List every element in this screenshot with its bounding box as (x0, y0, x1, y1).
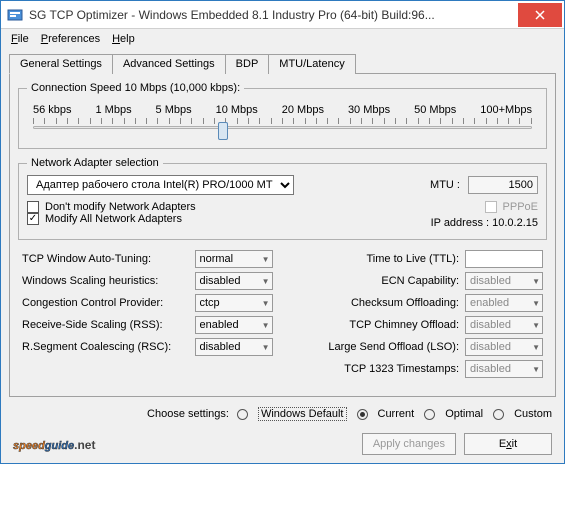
mtu-label: MTU : (430, 179, 460, 191)
radio-optimal-label[interactable]: Optimal (445, 408, 483, 420)
speed-label: 56 kbps (33, 104, 72, 116)
speed-slider[interactable] (27, 118, 538, 138)
radio-current[interactable] (357, 409, 368, 420)
menubar: File Preferences Help (1, 29, 564, 49)
rsc-label: R.Segment Coalescing (RSC): (22, 341, 195, 353)
modify-all-checkbox[interactable]: ✓ Modify All Network Adapters (27, 213, 431, 225)
checkbox-icon (27, 201, 39, 213)
menu-help[interactable]: Help (112, 33, 135, 45)
checksum-select[interactable]: enabled▼ (465, 294, 543, 312)
adapter-select[interactable]: Адаптер рабочего стола Intel(R) PRO/1000… (27, 175, 294, 195)
speedguide-logo: speedguide.net (13, 433, 95, 455)
menu-preferences[interactable]: Preferences (41, 33, 100, 45)
congestion-select[interactable]: ctcp▼ (195, 294, 273, 312)
radio-custom-label[interactable]: Custom (514, 408, 552, 420)
choose-label: Choose settings: (147, 408, 229, 420)
content-area: General Settings Advanced Settings BDP M… (1, 49, 564, 463)
slider-thumb[interactable] (218, 122, 228, 140)
window-title: SG TCP Optimizer - Windows Embedded 8.1 … (29, 8, 514, 22)
speed-label: 50 Mbps (414, 104, 456, 116)
tab-body: Connection Speed 10 Mbps (10,000 kbps): … (9, 74, 556, 397)
app-icon (7, 7, 23, 23)
adapter-legend: Network Adapter selection (27, 157, 163, 169)
tab-strip: General Settings Advanced Settings BDP M… (9, 53, 556, 74)
ttl-input[interactable] (465, 250, 543, 268)
chevron-down-icon: ▼ (532, 365, 540, 374)
chevron-down-icon: ▼ (262, 255, 270, 264)
connection-speed-legend: Connection Speed 10 Mbps (10,000 kbps): (27, 82, 244, 94)
rss-select[interactable]: enabled▼ (195, 316, 273, 334)
titlebar[interactable]: SG TCP Optimizer - Windows Embedded 8.1 … (1, 1, 564, 29)
autotune-label: TCP Window Auto-Tuning: (22, 253, 195, 265)
congestion-label: Congestion Control Provider: (22, 297, 195, 309)
tab-bdp[interactable]: BDP (225, 54, 270, 74)
speed-labels: 56 kbps 1 Mbps 5 Mbps 10 Mbps 20 Mbps 30… (27, 104, 538, 116)
rsc-select[interactable]: disabled▼ (195, 338, 273, 356)
close-button[interactable] (518, 3, 562, 27)
timestamps-label: TCP 1323 Timestamps: (293, 363, 466, 375)
chevron-down-icon: ▼ (262, 321, 270, 330)
speed-label: 10 Mbps (216, 104, 258, 116)
autotune-select[interactable]: normal▼ (195, 250, 273, 268)
checkbox-icon (485, 201, 497, 213)
ttl-label: Time to Live (TTL): (293, 253, 466, 265)
connection-speed-group: Connection Speed 10 Mbps (10,000 kbps): … (18, 82, 547, 149)
menu-file[interactable]: File (11, 33, 29, 45)
exit-button[interactable]: Exit (464, 433, 552, 455)
dont-modify-checkbox[interactable]: Don't modify Network Adapters (27, 201, 431, 213)
chimney-label: TCP Chimney Offload: (293, 319, 466, 331)
scaling-label: Windows Scaling heuristics: (22, 275, 195, 287)
rss-label: Receive-Side Scaling (RSS): (22, 319, 195, 331)
tab-general[interactable]: General Settings (9, 54, 113, 74)
radio-custom[interactable] (493, 409, 504, 420)
chevron-down-icon: ▼ (532, 299, 540, 308)
adapter-group: Network Adapter selection Адаптер рабоче… (18, 157, 547, 240)
timestamps-select[interactable]: disabled▼ (465, 360, 543, 378)
ecn-label: ECN Capability: (293, 275, 466, 287)
chevron-down-icon: ▼ (262, 343, 270, 352)
radio-windows-default[interactable] (237, 409, 248, 420)
apply-button[interactable]: Apply changes (362, 433, 456, 455)
speed-label: 5 Mbps (156, 104, 192, 116)
radio-optimal[interactable] (424, 409, 435, 420)
checkbox-icon: ✓ (27, 213, 39, 225)
chevron-down-icon: ▼ (262, 277, 270, 286)
lso-select[interactable]: disabled▼ (465, 338, 543, 356)
choose-settings-row: Choose settings: Windows Default Current… (9, 397, 556, 425)
scaling-select[interactable]: disabled▼ (195, 272, 273, 290)
radio-windows-default-label[interactable]: Windows Default (258, 407, 347, 421)
checksum-label: Checksum Offloading: (293, 297, 466, 309)
pppoe-checkbox: PPPoE (431, 201, 538, 213)
app-window: SG TCP Optimizer - Windows Embedded 8.1 … (0, 0, 565, 464)
close-icon (535, 10, 545, 20)
speed-label: 1 Mbps (96, 104, 132, 116)
settings-grid: TCP Window Auto-Tuning:normal▼ Windows S… (18, 248, 547, 388)
chevron-down-icon: ▼ (532, 321, 540, 330)
ecn-select[interactable]: disabled▼ (465, 272, 543, 290)
tab-mtu[interactable]: MTU/Latency (268, 54, 355, 74)
button-row: speedguide.net Apply changes Exit (9, 425, 556, 455)
tab-advanced[interactable]: Advanced Settings (112, 54, 226, 74)
chimney-select[interactable]: disabled▼ (465, 316, 543, 334)
speed-label: 20 Mbps (282, 104, 324, 116)
chevron-down-icon: ▼ (532, 277, 540, 286)
lso-label: Large Send Offload (LSO): (293, 341, 466, 353)
chevron-down-icon: ▼ (262, 299, 270, 308)
radio-current-label[interactable]: Current (378, 408, 415, 420)
chevron-down-icon: ▼ (532, 343, 540, 352)
speed-label: 30 Mbps (348, 104, 390, 116)
mtu-input[interactable] (468, 176, 538, 194)
ip-address-label: IP address : 10.0.2.15 (431, 217, 538, 229)
speed-label: 100+Mbps (480, 104, 532, 116)
